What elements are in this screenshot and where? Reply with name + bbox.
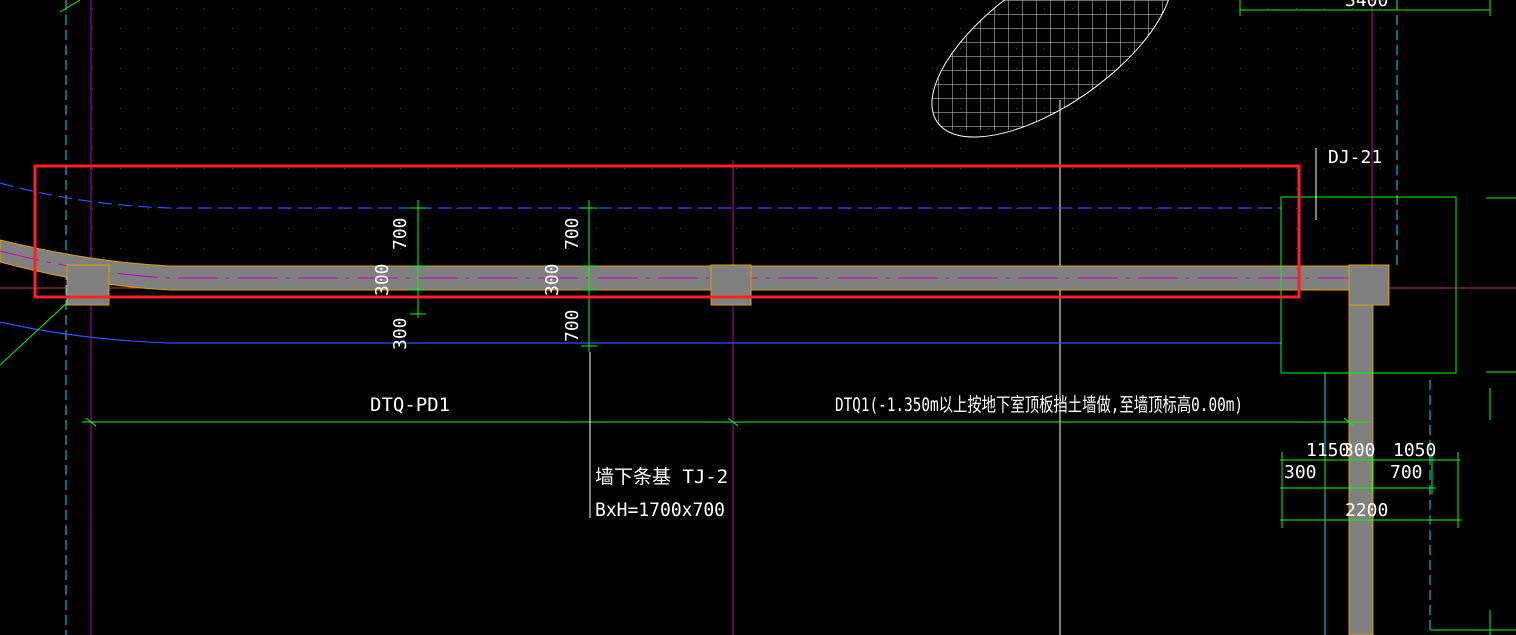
- dim-mid-300: 300: [542, 263, 563, 296]
- cad-drawing-canvas[interactable]: DJ-21 700 300 300 700 300 700 DTQ-PD1 DT…: [0, 0, 1516, 635]
- dim-top-3400: 3400: [1345, 0, 1388, 11]
- dim-left-300-a: 300: [372, 263, 393, 296]
- dim-right-300-b: 300: [1284, 462, 1317, 483]
- label-dtq-pd1: DTQ-PD1: [370, 394, 450, 416]
- dim-right-2200: 2200: [1345, 500, 1388, 521]
- dim-mid-700-b: 700: [562, 309, 583, 342]
- dj21-label: DJ-21: [1328, 147, 1382, 168]
- dim-right-700: 700: [1390, 462, 1423, 483]
- dim-left-700: 700: [390, 217, 411, 250]
- wall-segment: [0, 239, 1389, 635]
- diagonal-line-lower: [0, 299, 71, 366]
- dotted-slab-area: [92, 0, 1392, 268]
- dim-right-300-a: 300: [1343, 440, 1376, 461]
- label-footing-name: 墙下条基 TJ-2: [595, 466, 728, 488]
- dimension-line-main: [82, 417, 1370, 427]
- diagonal-line-upper: [59, 0, 81, 13]
- dim-left-300-b: 300: [390, 317, 411, 350]
- dim-right-1050: 1050: [1393, 440, 1436, 461]
- dim-mid-700-a: 700: [562, 217, 583, 250]
- label-dtq1-note: DTQ1(-1.350m以上按地下室顶板挡土墙做,至墙顶标高0.00m): [835, 394, 1243, 416]
- footing-edge-solid: [0, 321, 1282, 344]
- label-footing-size: BxH=1700x700: [595, 499, 725, 521]
